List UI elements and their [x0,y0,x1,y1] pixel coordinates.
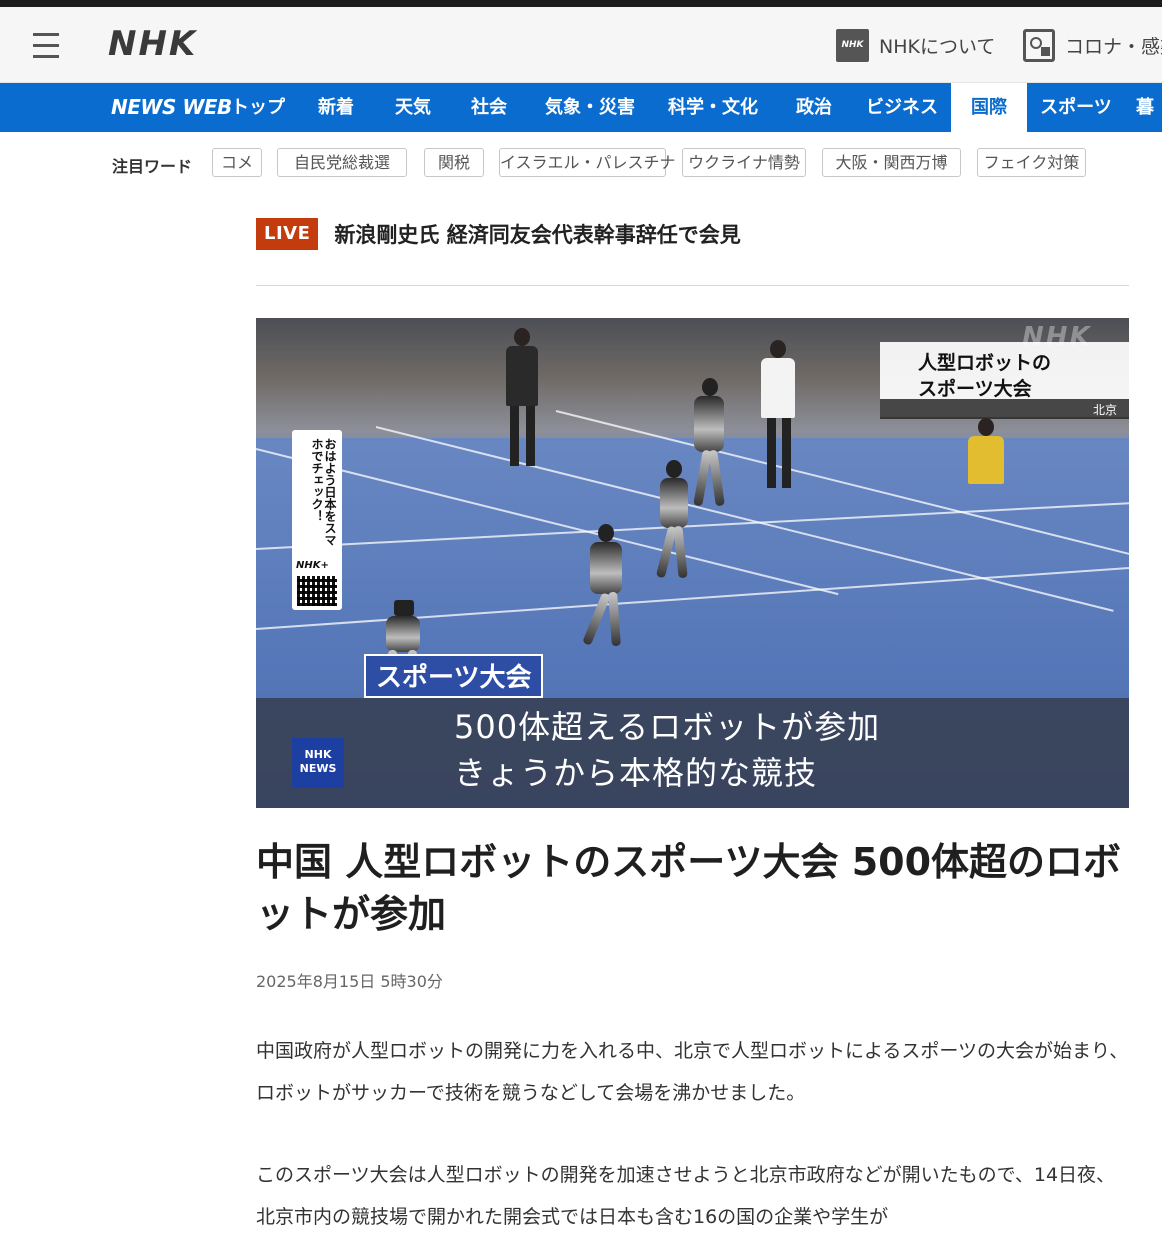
location-strip: 北京 [880,399,1129,419]
location-label: 北京 [1092,403,1117,417]
nhk-news-badge-bottom: NEWS [299,762,337,775]
nav-item-business[interactable]: ビジネス [862,83,942,132]
nav-item-latest[interactable]: 新着 [306,83,366,132]
nhk-badge-icon: NHK [836,28,869,62]
category-nav: NEWS WEB トップ 新着 天気 社会 気象・災害 科学・文化 政治 ビジネ… [0,83,1162,132]
hamburger-menu-icon[interactable] [31,31,61,61]
article-title: 中国 人型ロボットのスポーツ大会 500体超のロボットが参加 [256,840,1122,936]
trending-words: 注目ワード コメ 自民党総裁選 関税 イスラエル・パレスチナ ウクライナ情勢 大… [0,132,1162,190]
article-hero-video[interactable]: おはよう日本をスマホでチェック！ NHK+ NHK 人型ロボットの スポーツ大会… [256,318,1129,808]
nav-item-politics[interactable]: 政治 [784,83,844,132]
trending-label: 注目ワード [112,157,193,176]
caption-label: スポーツ大会 [364,654,544,698]
nhk-news-badge: NHK NEWS [292,738,344,788]
trend-chip-tariff[interactable]: 関税 [424,148,484,177]
nav-item-top[interactable]: トップ [228,83,288,132]
covid-info-label: コロナ・感染 [1065,35,1162,58]
qr-code-icon [297,576,337,606]
about-nhk-label: NHKについて [879,35,996,58]
about-nhk-link[interactable]: NHK NHKについて [836,27,995,63]
caption-band: 500体超えるロボットが参加 きょうから本格的な競技 [256,698,1129,808]
trend-chip-ukraine[interactable]: ウクライナ情勢 [682,148,806,177]
nav-item-science[interactable]: 科学・文化 [663,83,763,132]
browser-top-strip [0,0,1162,7]
live-badge: LIVE [256,218,319,250]
nhk-plus-qr-panel: おはよう日本をスマホでチェック！ NHK+ [292,430,342,610]
article-date: 2025年8月15日 5時30分 [256,972,443,991]
covid-info-link[interactable]: コロナ・感染 [1023,27,1162,63]
nav-item-society[interactable]: 社会 [459,83,519,132]
site-header: NHK NHK NHKについて コロナ・感染 [0,7,1162,83]
nav-item-disaster[interactable]: 気象・災害 [540,83,640,132]
trend-chip-israel[interactable]: イスラエル・パレスチナ [499,148,676,177]
live-title: 新浪剛史氏 経済同友会代表幹事辞任で会見 [334,223,741,247]
trend-chip-expo[interactable]: 大阪・関西万博 [822,148,961,177]
nhk-logo[interactable]: NHK [108,24,197,64]
program-tag-line2: スポーツ大会 [918,378,1032,400]
article-paragraph-2: このスポーツ大会は人型ロボットの開発を加速させようと北京市政府などが開いたもので… [256,1164,1116,1228]
nav-item-weather[interactable]: 天気 [383,83,443,132]
nav-item-life[interactable]: 暮 [1136,83,1162,132]
program-tag-line1: 人型ロボットの [918,352,1052,374]
live-headline-link[interactable]: LIVE 新浪剛史氏 経済同友会代表幹事辞任で会見 [256,216,1129,252]
covid-document-icon [1023,28,1055,62]
news-web-brand[interactable]: NEWS WEB [111,95,232,119]
trend-chip-fake[interactable]: フェイク対策 [977,148,1086,177]
section-divider [256,285,1129,286]
nav-item-sports[interactable]: スポーツ [1036,83,1116,132]
caption-line2: きょうから本格的な競技 [454,754,818,792]
article-paragraph-1: 中国政府が人型ロボットの開発に力を入れる中、北京で人型ロボットによるスポーツの大… [256,1040,1129,1104]
nhk-news-badge-top: NHK [304,748,332,761]
caption-line1: 500体超えるロボットが参加 [454,708,881,746]
qr-brand: NHK+ [296,560,329,571]
trend-chip-ldp[interactable]: 自民党総裁選 [277,148,407,177]
trend-chip-rice[interactable]: コメ [212,148,262,177]
qr-promo-text: おはよう日本をスマホでチェック！ [310,438,337,546]
nav-item-international[interactable]: 国際 [951,83,1027,132]
